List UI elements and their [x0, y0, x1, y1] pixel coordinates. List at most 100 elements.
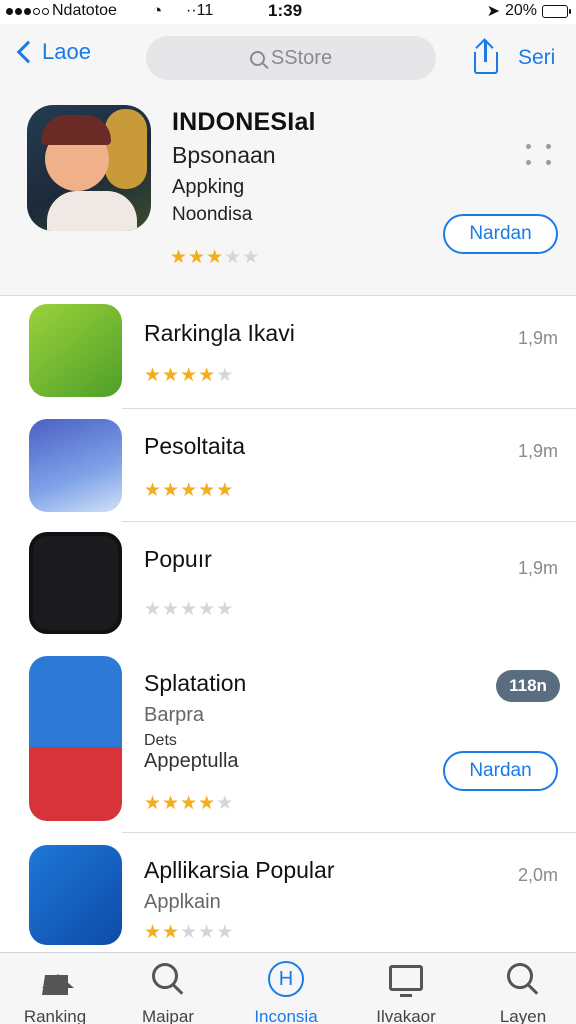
- network-label: ··11: [186, 2, 214, 19]
- star-icon: ★: [198, 793, 216, 814]
- featured-rating: ★ ★ ★ ★ ★: [170, 248, 259, 267]
- tab-maipar[interactable]: Maipar: [118, 959, 218, 1024]
- list-item[interactable]: Splatation 118n Barpra Dets Appeptulla N…: [0, 640, 576, 832]
- app-name: Apllikarsia Popular: [144, 857, 335, 883]
- search-icon: [249, 50, 265, 66]
- clock: 1:39: [268, 1, 303, 20]
- tab-label: Maipar: [142, 1007, 194, 1024]
- list-item[interactable]: Popuır 1,9m ★ ★ ★ ★ ★: [0, 522, 576, 640]
- app-detail: Appeptulla: [144, 750, 239, 772]
- star-icon: ★: [242, 247, 260, 268]
- star-icon: ★: [180, 365, 198, 386]
- star-icon: ★: [224, 247, 242, 268]
- globe-icon: H: [268, 961, 304, 997]
- featured-app-icon: [27, 105, 151, 231]
- carrier-name: Ndatotoe: [52, 2, 117, 19]
- star-icon: ★: [162, 365, 180, 386]
- star-icon: ★: [180, 793, 198, 814]
- app-name: Splatation: [144, 670, 247, 696]
- app-subtitle: Applkain: [144, 891, 221, 913]
- search-input[interactable]: SStore: [146, 36, 436, 80]
- featured-subtitle: Bpsonaan: [172, 142, 276, 168]
- app-icon: [29, 845, 122, 945]
- featured-line3: Noondisa: [172, 204, 253, 225]
- chevron-left-icon: [16, 40, 40, 64]
- status-bar: Ndatotoe ◔ ··11 1:39 ➤ 20%: [0, 0, 576, 24]
- app-rating: ★ ★ ★ ★ ★: [144, 923, 233, 942]
- app-size: 1,9m: [517, 558, 558, 578]
- price-badge[interactable]: 118n: [496, 670, 560, 702]
- star-icon: ★: [162, 922, 180, 943]
- carrier: Ndatotoe: [6, 2, 117, 20]
- star-icon: ★: [180, 922, 198, 943]
- tab-label: Inconsia: [254, 1007, 318, 1024]
- app-subtitle: Barpra: [144, 704, 205, 726]
- app-rating: ★ ★ ★ ★ ★: [144, 366, 233, 385]
- screen-icon: [389, 965, 423, 997]
- search-icon: [507, 963, 533, 989]
- navigation-bar: Laoe SStore Seri: [0, 24, 576, 98]
- tab-label: Layen: [499, 1007, 547, 1024]
- app-rating: ★ ★ ★ ★ ★: [144, 600, 233, 619]
- signal-icon: [6, 7, 49, 15]
- featured-get-button[interactable]: Nardan: [443, 214, 558, 254]
- star-icon: ★: [144, 480, 162, 501]
- tab-layen[interactable]: Layen: [473, 959, 573, 1024]
- back-button[interactable]: Laoe: [12, 39, 91, 65]
- app-icon: [29, 532, 122, 634]
- home-icon: [42, 974, 74, 995]
- star-icon: ★: [198, 365, 216, 386]
- app-name: Pesoltaita: [144, 433, 246, 459]
- list-item[interactable]: Pesoltaita 1,9m ★ ★ ★ ★ ★: [0, 409, 576, 521]
- location-icon: ➤: [486, 3, 500, 20]
- star-icon: ★: [216, 793, 234, 814]
- search-icon: [152, 963, 178, 989]
- star-icon: ★: [180, 480, 198, 501]
- featured-title: INDONESIal: [172, 108, 316, 136]
- app-detail: Dets: [144, 732, 177, 749]
- star-icon: ★: [162, 793, 180, 814]
- star-icon: ★: [144, 793, 162, 814]
- nav-right-button[interactable]: Seri: [518, 46, 555, 70]
- star-icon: ★: [180, 599, 198, 620]
- list-item[interactable]: Apllikarsia Popular 2,0m Applkain ★ ★ ★ ★ ★: [0, 833, 576, 951]
- more-options-icon[interactable]: [522, 142, 558, 166]
- list-item[interactable]: Rarkingla Ikavi 1,9m ★ ★ ★ ★ ★: [0, 296, 576, 408]
- star-icon: ★: [216, 922, 234, 943]
- tab-label: Ilvakaor: [376, 1007, 436, 1024]
- app-size: 1,9m: [517, 441, 558, 461]
- star-icon: ★: [198, 922, 216, 943]
- share-button[interactable]: [472, 38, 500, 76]
- app-rating: ★ ★ ★ ★ ★: [144, 794, 233, 813]
- star-icon: ★: [144, 599, 162, 620]
- star-icon: ★: [162, 599, 180, 620]
- tab-ilvakaor[interactable]: Ilvakaor: [356, 959, 456, 1024]
- star-icon: ★: [198, 599, 216, 620]
- app-size: 1,9m: [517, 328, 558, 348]
- status-right: ➤ 20%: [486, 1, 571, 21]
- get-button[interactable]: Nardan: [443, 751, 558, 791]
- star-icon: ★: [170, 247, 188, 268]
- back-label: Laoe: [42, 39, 91, 64]
- tab-bar: Ranking Maipar H Inconsia Ilvakaor Layen: [0, 952, 576, 1024]
- wifi-icon: ◔: [152, 1, 163, 20]
- star-icon: ★: [206, 247, 224, 268]
- app-name: Popuır: [144, 546, 212, 572]
- star-icon: ★: [216, 599, 234, 620]
- app-size: 2,0m: [517, 865, 558, 885]
- app-icon: [29, 656, 122, 821]
- tab-label: Ranking: [23, 1007, 87, 1024]
- app-icon: [29, 304, 122, 397]
- battery-percent: 20%: [504, 2, 537, 19]
- tab-ranking[interactable]: Ranking: [5, 959, 105, 1024]
- star-icon: ★: [188, 247, 206, 268]
- featured-line2: Appking: [172, 176, 245, 198]
- battery-icon: [542, 4, 571, 18]
- search-placeholder: SStore: [270, 46, 333, 69]
- app-icon: [29, 419, 122, 512]
- app-rating: ★ ★ ★ ★ ★: [144, 481, 233, 500]
- star-icon: ★: [144, 922, 162, 943]
- featured-app[interactable]: INDONESIal Bpsonaan Appking Noondisa ★ ★ ★…: [0, 98, 576, 296]
- star-icon: ★: [162, 480, 180, 501]
- tab-inconsia[interactable]: H Inconsia: [236, 959, 336, 1024]
